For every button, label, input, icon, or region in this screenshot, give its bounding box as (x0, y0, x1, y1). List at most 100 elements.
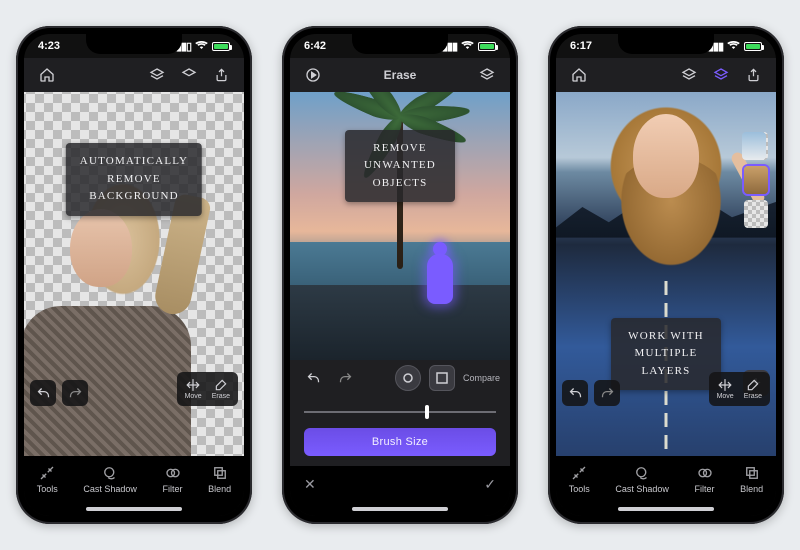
tools-button[interactable]: Tools (37, 464, 58, 494)
home-icon[interactable] (34, 62, 60, 88)
cast-shadow-button[interactable]: Cast Shadow (615, 464, 669, 494)
undo-button[interactable] (300, 365, 326, 391)
layer-thumb-mask[interactable] (744, 200, 768, 228)
compare-button[interactable]: Compare (463, 373, 500, 383)
brush-shape-circle-button[interactable] (395, 365, 421, 391)
top-app-bar: Erase (290, 58, 510, 92)
editor-canvas[interactable]: Automatically Remove Background Move (24, 92, 244, 456)
filter-button[interactable]: Filter (695, 464, 715, 494)
overlay-line-2: Remove Background (80, 171, 188, 206)
bottom-toolbar: Tools Cast Shadow Filter Blend (24, 456, 244, 502)
notch (86, 34, 182, 54)
home-icon[interactable] (566, 62, 592, 88)
undo-button[interactable] (30, 380, 56, 406)
brush-size-label: Brush Size (372, 436, 428, 448)
blend-button[interactable]: Blend (740, 464, 763, 494)
move-label: Move (717, 393, 734, 400)
overlay-line-1: Work with (625, 328, 707, 346)
tools-label: Tools (37, 484, 58, 494)
battery-icon (744, 42, 762, 51)
erase-tool-button[interactable]: Erase (740, 376, 766, 402)
canvas-action-row: Compare (290, 360, 510, 396)
move-label: Move (185, 393, 202, 400)
move-tool-button[interactable]: Move (181, 376, 206, 402)
overlay-line-2: multiple Layers (625, 345, 707, 380)
share-icon[interactable] (208, 62, 234, 88)
blend-label: Blend (740, 484, 763, 494)
feature-overlay-text: Remove Unwanted Objects (345, 130, 455, 203)
cancel-button[interactable]: ✕ (304, 476, 316, 493)
erase-tool-button[interactable]: Erase (208, 376, 234, 402)
layers-icon[interactable] (676, 62, 702, 88)
tool-mini-row: Move Erase (709, 372, 770, 406)
layers-icon[interactable] (144, 62, 170, 88)
brush-size-button[interactable]: Brush Size (304, 428, 496, 456)
cast-shadow-button[interactable]: Cast Shadow (83, 464, 137, 494)
brush-slider-block: Brush Size (290, 396, 510, 466)
tools-label: Tools (569, 484, 590, 494)
share-icon[interactable] (740, 62, 766, 88)
overlay-line-1: Automatically (80, 153, 188, 171)
wifi-icon (727, 40, 740, 53)
status-time: 6:42 (304, 40, 326, 52)
confirm-button[interactable]: ✓ (484, 476, 496, 493)
tools-button[interactable]: Tools (569, 464, 590, 494)
home-indicator (290, 502, 510, 516)
confirm-bar: ✕ ✓ (290, 466, 510, 502)
top-app-bar (556, 58, 776, 92)
top-app-bar (24, 58, 244, 92)
selected-object-mask (423, 242, 457, 312)
phone-frame-3: 6:17 ▮▮▮▮ (548, 26, 784, 524)
status-time: 4:23 (38, 40, 60, 52)
layers-panel: + (742, 132, 770, 396)
subject-face (633, 114, 699, 198)
screen-1: 4:23 ▮▮▮▯ (24, 34, 244, 516)
screen-title: Erase (384, 68, 417, 82)
redo-button[interactable] (62, 380, 88, 406)
layers-active-icon[interactable] (708, 62, 734, 88)
cast-shadow-label: Cast Shadow (83, 484, 137, 494)
phone-frame-2: 6:42 ▮▮▮▮ Erase (282, 26, 518, 524)
feature-overlay-text: Automatically Remove Background (66, 143, 202, 216)
tool-mini-row: Move Erase (177, 372, 238, 406)
screen-3: 6:17 ▮▮▮▮ (556, 34, 776, 516)
phone-frame-1: 4:23 ▮▮▮▯ (16, 26, 252, 524)
preview-play-icon[interactable] (300, 62, 326, 88)
layers-icon[interactable] (474, 62, 500, 88)
editor-canvas[interactable]: + Work with multiple Layers Move (556, 92, 776, 456)
overlay-line-2: Unwanted Objects (359, 157, 441, 192)
move-tool-button[interactable]: Move (713, 376, 738, 402)
wifi-icon (195, 40, 208, 53)
redo-button[interactable] (332, 365, 358, 391)
home-indicator (24, 502, 244, 516)
blend-label: Blend (208, 484, 231, 494)
filter-label: Filter (695, 484, 715, 494)
erase-label: Erase (212, 393, 230, 400)
mask-preview-button[interactable] (429, 365, 455, 391)
notch (618, 34, 714, 54)
feature-overlay-text: Work with multiple Layers (611, 318, 721, 391)
editor-canvas[interactable]: Remove Unwanted Objects (290, 92, 510, 360)
status-time: 6:17 (570, 40, 592, 52)
filter-label: Filter (163, 484, 183, 494)
erase-label: Erase (744, 393, 762, 400)
undo-button[interactable] (562, 380, 588, 406)
slider-thumb[interactable] (425, 405, 429, 419)
battery-icon (212, 42, 230, 51)
notch (352, 34, 448, 54)
brush-size-slider[interactable] (304, 404, 496, 420)
overlay-line-1: Remove (359, 140, 441, 158)
redo-button[interactable] (594, 380, 620, 406)
filter-button[interactable]: Filter (163, 464, 183, 494)
bottom-toolbar: Tools Cast Shadow Filter Blend (556, 456, 776, 502)
blend-button[interactable]: Blend (208, 464, 231, 494)
wifi-icon (461, 40, 474, 53)
screen-2: 6:42 ▮▮▮▮ Erase (290, 34, 510, 516)
battery-icon (478, 42, 496, 51)
sand (290, 285, 510, 360)
layer-thumb-sky[interactable] (742, 132, 766, 160)
compare-toggle-icon[interactable] (176, 62, 202, 88)
cast-shadow-label: Cast Shadow (615, 484, 669, 494)
layer-thumb-selected[interactable] (744, 166, 768, 194)
home-indicator (556, 502, 776, 516)
